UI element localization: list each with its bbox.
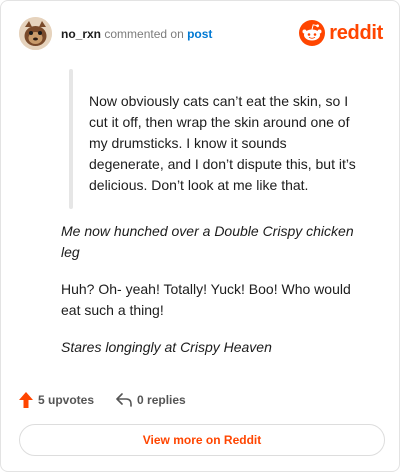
- post-link[interactable]: post: [187, 27, 212, 41]
- comment-paragraph-1: Me now hunched over a Double Crispy chic…: [61, 223, 354, 260]
- comment-footer: 5 upvotes 0 replies: [19, 390, 206, 410]
- commented-on-text: commented on: [104, 27, 184, 41]
- upvote-arrow-icon: [19, 392, 33, 408]
- comment-body: Now obviously cats can’t eat the skin, s…: [35, 69, 365, 358]
- username-link[interactable]: no_rxn: [61, 27, 101, 41]
- avatar[interactable]: [19, 17, 52, 50]
- comment-paragraph-3: Stares longingly at Crispy Heaven: [61, 339, 272, 355]
- reply-count: 0 replies: [137, 393, 186, 407]
- upvote-stat[interactable]: 5 upvotes: [19, 392, 94, 408]
- view-more-button[interactable]: View more on Reddit: [19, 424, 385, 456]
- reply-stat[interactable]: 0 replies: [116, 393, 186, 407]
- reply-arrow-icon: [116, 393, 132, 407]
- comment-header: no_rxn commented on post reddit: [19, 17, 383, 51]
- blockquote: Now obviously cats can’t eat the skin, s…: [69, 69, 365, 209]
- embed-card: no_rxn commented on post reddit Now obvi…: [0, 0, 400, 472]
- user-avatar-icon: [19, 17, 52, 50]
- byline: no_rxn commented on post: [61, 26, 212, 42]
- comment-paragraph-2: Huh? Oh- yeah! Totally! Yuck! Boo! Who w…: [61, 281, 351, 318]
- upvote-count: 5 upvotes: [38, 393, 95, 407]
- quote-bar: [69, 69, 73, 209]
- quote-text: Now obviously cats can’t eat the skin, s…: [89, 93, 356, 193]
- reddit-snoo-icon: [299, 20, 326, 46]
- reddit-logo[interactable]: reddit: [299, 19, 383, 47]
- brand-text: reddit: [329, 21, 383, 44]
